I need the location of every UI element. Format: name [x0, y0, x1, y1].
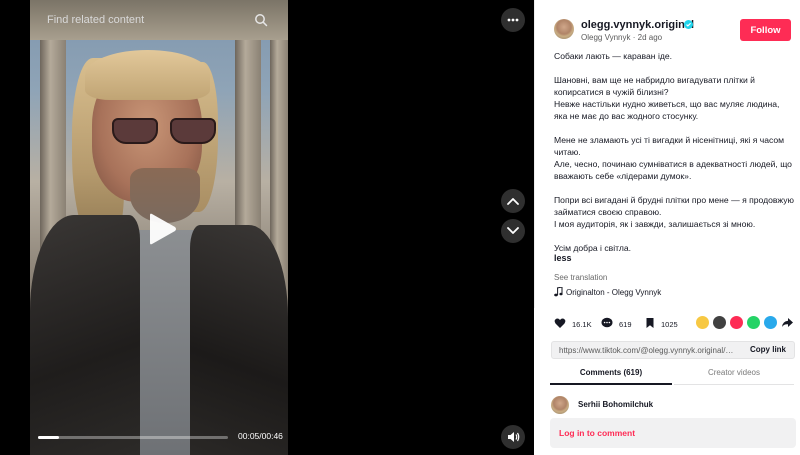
play-icon[interactable] [147, 213, 177, 245]
more-options-button[interactable] [501, 8, 525, 32]
video-progress-fill [38, 436, 59, 439]
author-display-name: Olegg Vynnyk [581, 33, 631, 42]
telegram-share-icon[interactable] [764, 316, 777, 329]
comment-count: 619 [619, 320, 632, 329]
post-caption: Собаки лають — караван іде. Шановні, вам … [554, 50, 794, 254]
tab-creator-videos[interactable]: Creator videos [674, 368, 794, 385]
music-note-icon [554, 287, 563, 297]
commenter-avatar[interactable] [551, 396, 569, 414]
follow-button[interactable]: Follow [740, 19, 791, 41]
embed-share-icon[interactable] [696, 316, 709, 329]
sunglasses [112, 118, 220, 144]
comment-icon[interactable] [601, 317, 613, 329]
copy-link-button[interactable]: Copy link [750, 345, 786, 354]
video-time: 00:05/00:46 [238, 431, 283, 441]
author-subline: Olegg Vynnyk · 2d ago [581, 33, 662, 42]
video-stage: Find related content 00:05/00:46 [0, 0, 534, 455]
commenter-name[interactable]: Serhii Bohomilchuk [578, 400, 653, 409]
author-handle[interactable]: olegg.vynnyk.original [581, 19, 694, 31]
search-icon[interactable] [254, 13, 268, 27]
person-hair [85, 50, 210, 100]
like-icon[interactable] [554, 317, 566, 329]
caption-paragraph: Шановні, вам ще не набридло вигадувати п… [554, 75, 780, 121]
verified-badge-icon [684, 20, 693, 29]
volume-icon [507, 432, 519, 442]
login-to-comment-link[interactable]: Log in to comment [559, 428, 635, 438]
post-details: olegg.vynnyk.original Olegg Vynnyk · 2d … [534, 0, 800, 359]
chevron-down-icon [507, 227, 519, 234]
post-date: 2d ago [637, 33, 663, 42]
caption-paragraph: Мене не зламають усі ті вигадки й нісені… [554, 135, 792, 181]
share-url-box: https://www.tiktok.com/@olegg.vynnyk.ori… [551, 341, 795, 359]
volume-button[interactable] [501, 425, 525, 449]
caption-paragraph: Усім добра і світла. [554, 243, 632, 253]
share-arrow-icon[interactable] [781, 316, 794, 329]
author-avatar[interactable] [554, 19, 574, 39]
caption-paragraph: Собаки лають — караван іде. [554, 51, 673, 61]
bookmark-icon[interactable] [644, 317, 656, 329]
tab-comments[interactable]: Comments (619) [550, 368, 672, 385]
chevron-up-icon [507, 198, 519, 205]
related-content-search[interactable]: Find related content [38, 8, 278, 32]
next-video-button[interactable] [501, 219, 525, 243]
music-track-link[interactable]: Originalton - Olegg Vynnyk [566, 288, 661, 297]
less-link[interactable]: less [554, 253, 572, 263]
caption-paragraph: Попри всі вигадані й брудні плітки про м… [554, 195, 794, 229]
search-placeholder: Find related content [47, 14, 145, 26]
save-count: 1025 [661, 320, 678, 329]
video-progress-bar[interactable] [38, 436, 228, 439]
whatsapp-share-icon[interactable] [747, 316, 760, 329]
previous-video-button[interactable] [501, 189, 525, 213]
leather-jacket [30, 215, 140, 455]
like-count: 16.1K [572, 320, 592, 329]
login-to-comment-bar: Log in to comment [550, 418, 796, 448]
leather-jacket [190, 225, 288, 455]
more-dots-icon [507, 18, 519, 22]
see-translation-link[interactable]: See translation [554, 273, 607, 282]
send-share-icon[interactable] [730, 316, 743, 329]
video-details-panel: olegg.vynnyk.original Olegg Vynnyk · 2d … [534, 0, 800, 455]
share-url[interactable]: https://www.tiktok.com/@olegg.vynnyk.ori… [559, 346, 737, 355]
repost-share-icon[interactable] [713, 316, 726, 329]
